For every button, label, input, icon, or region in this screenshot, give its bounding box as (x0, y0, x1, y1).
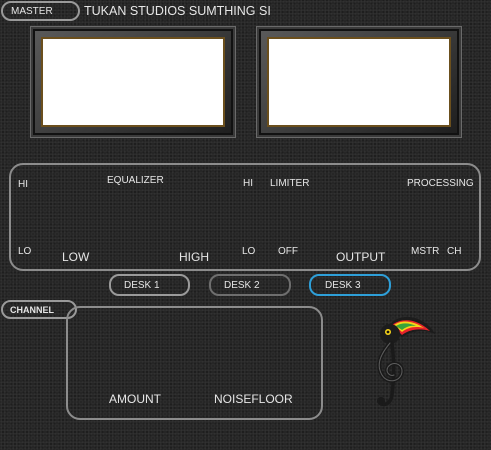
processing-ch-label: CH (447, 246, 462, 257)
eq-hi-label: HI (18, 179, 28, 190)
desk-3-button[interactable]: DESK 3 (309, 274, 391, 296)
toucan-treble-clef-icon (366, 311, 438, 413)
limiter-title: LIMITER (270, 178, 310, 189)
eq-low-knob-label: LOW (62, 250, 90, 264)
master-button[interactable]: MASTER (1, 1, 80, 21)
output-knob-label: OUTPUT (336, 250, 386, 264)
amount-knob-label: AMOUNT (109, 392, 161, 406)
eq-high-knob-label: HIGH (179, 250, 209, 264)
processing-title: PROCESSING (407, 178, 474, 189)
desk-1-button[interactable]: DESK 1 (109, 274, 190, 296)
right-level-meter (257, 27, 461, 137)
processing-mstr-label: MSTR (411, 246, 440, 257)
noisefloor-knob-label: NOISEFLOOR (214, 392, 293, 406)
left-meter-display (41, 37, 225, 127)
eq-title: EQUALIZER (107, 175, 164, 186)
right-meter-display (267, 37, 451, 127)
app-title: TUKAN STUDIOS SUMTHING SI (84, 4, 271, 18)
limiter-lo-label: LO (242, 246, 256, 257)
limiter-off-label: OFF (278, 246, 298, 257)
desk-2-button[interactable]: DESK 2 (209, 274, 291, 296)
left-level-meter (31, 27, 235, 137)
eq-lo-label: LO (18, 246, 32, 257)
limiter-hi-label: HI (243, 178, 253, 189)
